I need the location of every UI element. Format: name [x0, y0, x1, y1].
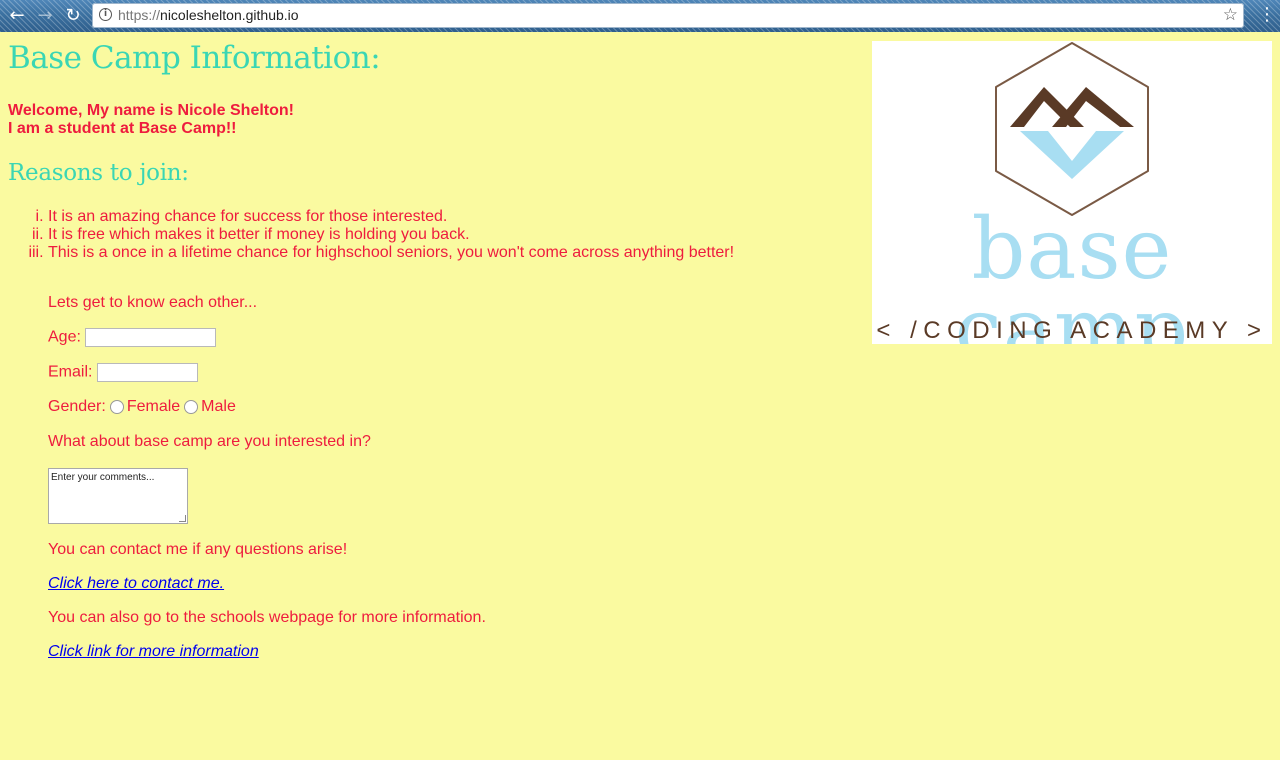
- list-item: This is a once in a lifetime chance for …: [48, 244, 868, 262]
- list-item: It is an amazing chance for success for …: [48, 208, 868, 226]
- url-scheme: https://: [118, 7, 161, 23]
- gender-row: Gender: Female Male: [48, 398, 236, 416]
- contact-text: You can contact me if any questions aris…: [48, 541, 348, 558]
- base-camp-logo: base camp < /CODING ACADEMY >: [872, 41, 1272, 344]
- page-title: Base Camp Information:: [8, 40, 381, 76]
- url-host: nicoleshelton.github.io: [160, 7, 299, 23]
- email-row: Email:: [48, 363, 198, 382]
- reasons-heading: Reasons to join:: [8, 160, 189, 186]
- back-icon[interactable]: ←: [6, 5, 28, 27]
- interest-question: What about base camp are you interested …: [48, 433, 371, 450]
- list-item: It is free which makes it better if mone…: [48, 226, 868, 244]
- age-input[interactable]: [85, 328, 217, 347]
- comments-textarea[interactable]: Enter your comments...: [48, 468, 188, 524]
- form-intro: Lets get to know each other...: [48, 294, 258, 311]
- gender-label: Gender:: [48, 398, 106, 415]
- intro-text: Welcome, My name is Nicole Shelton! I am…: [8, 102, 868, 138]
- bookmark-star-icon[interactable]: ☆: [1223, 5, 1238, 25]
- logo-tagline: < /CODING ACADEMY >: [876, 317, 1268, 344]
- email-input[interactable]: [96, 363, 198, 382]
- main-content: Base Camp Information: Welcome, My name …: [8, 40, 868, 262]
- school-text: You can also go to the schools webpage f…: [48, 609, 486, 626]
- contact-link[interactable]: Click here to contact me.: [48, 575, 224, 592]
- intro-line-1: Welcome, My name is Nicole Shelton!: [8, 102, 294, 119]
- female-option-label[interactable]: Female: [127, 398, 180, 415]
- intro-line-2: I am a student at Base Camp!!: [8, 120, 237, 137]
- browser-menu-icon[interactable]: ⋮: [1258, 4, 1276, 25]
- url-text[interactable]: https://nicoleshelton.github.io: [118, 7, 299, 23]
- comments-placeholder: Enter your comments...: [51, 472, 155, 483]
- school-link-row: Click link for more information: [48, 643, 259, 661]
- reasons-list: It is an amazing chance for success for …: [8, 208, 868, 262]
- female-radio[interactable]: [109, 399, 124, 414]
- email-label: Email:: [48, 363, 93, 381]
- contact-link-row: Click here to contact me.: [48, 575, 224, 593]
- resize-grip-icon[interactable]: [179, 515, 186, 522]
- male-option-label[interactable]: Male: [201, 398, 236, 415]
- forward-icon[interactable]: →: [34, 5, 56, 27]
- reload-icon[interactable]: ↻: [62, 5, 84, 27]
- age-label: Age:: [48, 328, 81, 346]
- age-row: Age:: [48, 328, 217, 347]
- browser-toolbar: ← → ↻ i https://nicoleshelton.github.io …: [0, 0, 1280, 32]
- mountain-hexagon-icon: [995, 42, 1149, 216]
- address-bar[interactable]: i https://nicoleshelton.github.io ☆: [92, 3, 1244, 28]
- info-icon[interactable]: i: [99, 8, 112, 21]
- male-radio[interactable]: [184, 399, 199, 414]
- school-link[interactable]: Click link for more information: [48, 643, 259, 660]
